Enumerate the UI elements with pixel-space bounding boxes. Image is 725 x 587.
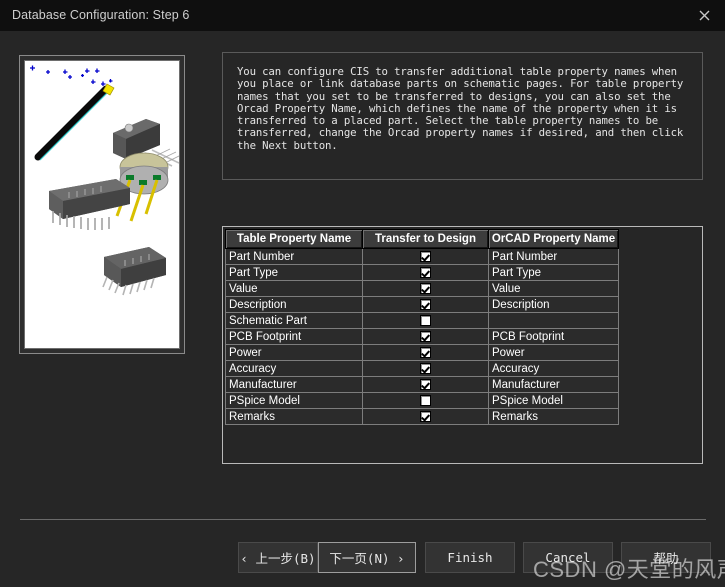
cancel-button[interactable]: Cancel	[523, 542, 613, 573]
cell-orcad-property-name[interactable]: PCB Footprint	[488, 328, 619, 345]
cell-table-property-name[interactable]: Value	[225, 280, 363, 297]
property-table-panel: Table Property Name Transfer to Design O…	[222, 226, 703, 464]
column-header-transfer-to-design[interactable]: Transfer to Design	[362, 229, 489, 249]
button-row: ‹ 上一步(B) 下一页(N) › Finish Cancel 帮助	[0, 542, 725, 576]
checkbox-checked-icon[interactable]	[420, 250, 431, 262]
window-title: Database Configuration: Step 6	[12, 8, 190, 22]
cell-transfer-to-design[interactable]	[362, 392, 489, 409]
cell-orcad-property-name[interactable]: Power	[488, 344, 619, 361]
table-row[interactable]: PSpice Model PSpice Model	[225, 392, 619, 409]
cell-table-property-name[interactable]: PSpice Model	[225, 392, 363, 409]
cell-table-property-name[interactable]: Part Number	[225, 248, 363, 265]
checkbox-checked-icon[interactable]	[420, 362, 431, 374]
checkbox-checked-icon[interactable]	[420, 266, 431, 278]
table-row[interactable]: Value Value	[225, 280, 619, 297]
table-row[interactable]: Part Type Part Type	[225, 264, 619, 281]
cell-table-property-name[interactable]: Remarks	[225, 408, 363, 425]
finish-button[interactable]: Finish	[425, 542, 515, 573]
table-header-row: Table Property Name Transfer to Design O…	[225, 229, 619, 249]
checkbox-checked-icon[interactable]	[420, 298, 431, 310]
checkbox-checked-icon[interactable]	[420, 330, 431, 342]
checkbox-unchecked-icon[interactable]	[420, 394, 431, 406]
description-text: You can configure CIS to transfer additi…	[237, 65, 690, 152]
back-button[interactable]: ‹ 上一步(B)	[238, 542, 318, 573]
cell-transfer-to-design[interactable]	[362, 296, 489, 313]
cell-orcad-property-name[interactable]: Value	[488, 280, 619, 297]
wizard-body: You can configure CIS to transfer additi…	[0, 31, 725, 587]
cell-transfer-to-design[interactable]	[362, 344, 489, 361]
cell-table-property-name[interactable]: Power	[225, 344, 363, 361]
cell-transfer-to-design[interactable]	[362, 312, 489, 329]
cell-transfer-to-design[interactable]	[362, 328, 489, 345]
checkbox-checked-icon[interactable]	[420, 378, 431, 390]
checkbox-checked-icon[interactable]	[420, 410, 431, 422]
cell-table-property-name[interactable]: Manufacturer	[225, 376, 363, 393]
cell-transfer-to-design[interactable]	[362, 248, 489, 265]
footer-divider	[20, 519, 706, 520]
cell-table-property-name[interactable]: Schematic Part	[225, 312, 363, 329]
cell-orcad-property-name[interactable]: Part Type	[488, 264, 619, 281]
cell-transfer-to-design[interactable]	[362, 280, 489, 297]
cell-table-property-name[interactable]: PCB Footprint	[225, 328, 363, 345]
cell-orcad-property-name[interactable]	[488, 312, 619, 329]
table-row[interactable]: Remarks Remarks	[225, 408, 619, 425]
table-row[interactable]: PCB Footprint PCB Footprint	[225, 328, 619, 345]
cell-orcad-property-name[interactable]: Description	[488, 296, 619, 313]
help-button[interactable]: 帮助	[621, 542, 711, 573]
close-icon	[699, 10, 709, 21]
close-button[interactable]	[683, 0, 725, 31]
cell-orcad-property-name[interactable]: Remarks	[488, 408, 619, 425]
checkbox-checked-icon[interactable]	[420, 282, 431, 294]
next-button[interactable]: 下一页(N) ›	[318, 542, 416, 573]
cell-transfer-to-design[interactable]	[362, 264, 489, 281]
column-header-table-property-name[interactable]: Table Property Name	[225, 229, 363, 249]
column-header-orcad-property-name[interactable]: OrCAD Property Name	[488, 229, 619, 249]
cell-table-property-name[interactable]: Accuracy	[225, 360, 363, 377]
cell-orcad-property-name[interactable]: Manufacturer	[488, 376, 619, 393]
property-table: Table Property Name Transfer to Design O…	[225, 229, 619, 425]
description-panel: You can configure CIS to transfer additi…	[222, 52, 703, 180]
illustration-image	[24, 60, 180, 349]
wizard-window: Database Configuration: Step 6 You can c…	[0, 0, 725, 587]
cell-table-property-name[interactable]: Part Type	[225, 264, 363, 281]
table-row[interactable]: Description Description	[225, 296, 619, 313]
parts-illustration-icon	[25, 61, 179, 348]
table-row[interactable]: Schematic Part	[225, 312, 619, 329]
cell-transfer-to-design[interactable]	[362, 360, 489, 377]
cell-transfer-to-design[interactable]	[362, 376, 489, 393]
table-row[interactable]: Power Power	[225, 344, 619, 361]
cell-table-property-name[interactable]: Description	[225, 296, 363, 313]
cell-orcad-property-name[interactable]: Part Number	[488, 248, 619, 265]
cell-orcad-property-name[interactable]: Accuracy	[488, 360, 619, 377]
checkbox-unchecked-icon[interactable]	[420, 314, 431, 326]
table-row[interactable]: Part Number Part Number	[225, 248, 619, 265]
cell-transfer-to-design[interactable]	[362, 408, 489, 425]
illustration-frame	[19, 55, 185, 354]
cell-orcad-property-name[interactable]: PSpice Model	[488, 392, 619, 409]
title-bar: Database Configuration: Step 6	[0, 0, 725, 31]
checkbox-checked-icon[interactable]	[420, 346, 431, 358]
property-table-body: Part Number Part Number Part Type Part Type…	[225, 248, 619, 425]
table-row[interactable]: Manufacturer Manufacturer	[225, 376, 619, 393]
table-row[interactable]: Accuracy Accuracy	[225, 360, 619, 377]
